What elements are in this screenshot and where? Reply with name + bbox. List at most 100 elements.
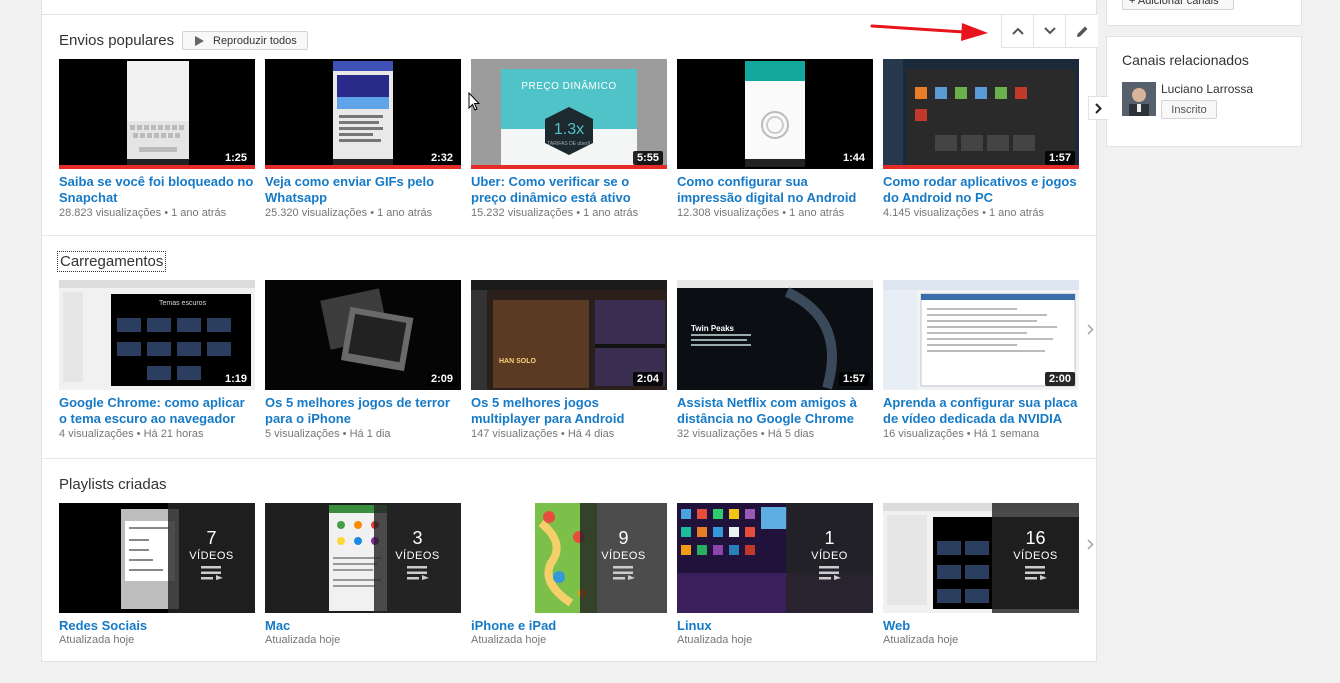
video-duration: 1:57 (1044, 151, 1075, 165)
chevron-right-icon (1086, 538, 1094, 550)
playlist-count-overlay: 7 VÍDEOS (168, 503, 255, 613)
video-card[interactable]: 2:32 Veja como enviar GIFs pelo Whatsapp… (265, 59, 461, 219)
playlist-count: 1 (824, 528, 835, 548)
playlist-title[interactable]: Linux (677, 618, 873, 634)
video-title[interactable]: Os 5 melhores jogos multiplayer para And… (471, 395, 667, 427)
video-meta: 32 visualizações • Há 5 dias (677, 428, 873, 440)
video-thumbnail[interactable]: 2:09 (265, 280, 461, 390)
video-meta: 15.232 visualizações • 1 ano atrás (471, 207, 667, 219)
playlist-count-overlay: 16 VÍDEOS (992, 503, 1079, 613)
video-views: 32 visualizações (677, 428, 758, 440)
video-title[interactable]: Google Chrome: como aplicar o tema escur… (59, 395, 255, 427)
playlist-count-label: VÍDEOS (1013, 550, 1058, 562)
shelf-next-button[interactable] (1083, 317, 1097, 341)
video-card[interactable]: PREÇO DINÂMICO 1.3x TARIFAS DE uberX 5:5… (471, 59, 667, 219)
video-thumbnail[interactable]: 1:57 (883, 59, 1079, 169)
subscribed-button[interactable]: Inscrito (1161, 100, 1217, 119)
video-views: 12.308 visualizações (677, 207, 780, 219)
video-thumbnail[interactable]: Temas escuros 1:19 (59, 280, 255, 390)
playlist-card[interactable]: 7 VÍDEOS Redes Sociais Atualizada hoje (59, 503, 255, 646)
video-card[interactable]: 1:57 Como rodar aplicativos e jogos do A… (883, 59, 1079, 219)
playlist-title[interactable]: Mac (265, 618, 461, 634)
thumb-multiplier: 1.3x (553, 121, 585, 138)
video-thumbnail[interactable]: 2:00 (883, 280, 1079, 390)
video-thumbnail[interactable]: 2:32 (265, 59, 461, 169)
playlist-thumbnail[interactable]: 7 VÍDEOS (59, 503, 255, 613)
playlist-title[interactable]: iPhone e iPad (471, 618, 667, 634)
meta-separator: • (342, 428, 347, 440)
shelf-uploads: Carregamentos Temas escuros 1:19 Google … (42, 236, 1096, 458)
video-card[interactable]: 1:25 Saiba se você foi bloqueado no Snap… (59, 59, 255, 219)
video-title[interactable]: Como configurar sua impressão digital no… (677, 174, 873, 206)
video-card[interactable]: 2:00 Aprenda a configurar sua placa de v… (883, 280, 1079, 440)
play-all-button[interactable]: Reproduzir todos (182, 31, 308, 50)
playlist-card[interactable]: 3 VÍDEOS Mac Atualizada hoje (265, 503, 461, 646)
related-channels-card: Canais relacionados Luciano Larrossa Ins… (1106, 36, 1302, 147)
channel-avatar[interactable] (1122, 82, 1156, 116)
video-title[interactable]: Os 5 melhores jogos de terror para o iPh… (265, 395, 461, 427)
video-thumbnail[interactable]: HAN SOLO 2:04 (471, 280, 667, 390)
meta-separator: • (982, 207, 986, 219)
video-card[interactable]: HAN SOLO 2:04 Os 5 melhores jogos multip… (471, 280, 667, 440)
playlist-meta: Atualizada hoje (677, 634, 753, 646)
video-card[interactable]: Twin Peaks 1:57 Assista Netflix com amig… (677, 280, 873, 440)
sidebar-next-button[interactable] (1088, 96, 1108, 120)
shelf-next-button[interactable] (1083, 532, 1097, 556)
playlist-card[interactable]: 1 VÍDEO Linux Atualizada hoje (677, 503, 873, 646)
playlist-count-overlay: 1 VÍDEO (786, 503, 873, 613)
video-card[interactable]: Temas escuros 1:19 Google Chrome: como a… (59, 280, 255, 440)
shelf-title-uploads[interactable]: Carregamentos (56, 251, 167, 272)
shelf-title-popular[interactable]: Envios populares (59, 32, 174, 49)
shelf-popular: Envios populares Reproduzir todos 1:25 S… (42, 0, 1098, 236)
video-meta: 4 visualizações • Há 21 horas (59, 428, 255, 440)
playlist-thumbnail[interactable]: 9 VÍDEOS (471, 503, 667, 613)
channel-main-content: Envios populares Reproduzir todos 1:25 S… (41, 0, 1098, 662)
video-thumbnail[interactable]: 1:44 (677, 59, 873, 169)
video-title[interactable]: Assista Netflix com amigos à distância n… (677, 395, 873, 427)
chevron-down-icon (1043, 27, 1056, 35)
video-title[interactable]: Como rodar aplicativos e jogos do Androi… (883, 174, 1079, 206)
video-duration: 1:19 (220, 372, 251, 386)
video-meta: 5 visualizações • Há 1 dia (265, 428, 461, 440)
video-duration: 2:09 (426, 372, 457, 386)
watched-progress-bar (471, 165, 667, 169)
playlist-thumbnail[interactable]: 3 VÍDEOS (265, 503, 461, 613)
video-views: 16 visualizações (883, 428, 964, 440)
add-channels-button[interactable]: + Adicionar canais (1122, 0, 1234, 10)
play-icon (195, 35, 204, 46)
video-thumbnail[interactable]: Twin Peaks 1:57 (677, 280, 873, 390)
thumb-caption: TARIFAS DE uberX (547, 141, 591, 147)
watched-progress-bar (883, 165, 1079, 169)
meta-separator: • (136, 428, 141, 440)
playlist-thumbnail[interactable]: 1 VÍDEO (677, 503, 873, 613)
video-thumbnail[interactable]: 1:25 (59, 59, 255, 169)
video-title[interactable]: Aprenda a configurar sua placa de vídeo … (883, 395, 1079, 427)
playlist-thumbnail[interactable]: 16 VÍDEOS (883, 503, 1079, 613)
video-card[interactable]: 1:44 Como configurar sua impressão digit… (677, 59, 873, 219)
playlist-title[interactable]: Web (883, 618, 1079, 634)
move-down-button[interactable] (1034, 15, 1066, 47)
move-up-button[interactable] (1002, 15, 1034, 47)
video-age: 1 ano atrás (989, 207, 1045, 219)
video-title[interactable]: Saiba se você foi bloqueado no Snapchat (59, 174, 255, 206)
video-meta: 25.320 visualizações • 1 ano atrás (265, 207, 461, 219)
video-card[interactable]: 2:09 Os 5 melhores jogos de terror para … (265, 280, 461, 440)
chevron-right-icon (1086, 323, 1094, 335)
video-title[interactable]: Uber: Como verificar se o preço dinâmico… (471, 174, 667, 206)
video-duration: 2:00 (1044, 372, 1075, 386)
video-duration: 1:57 (838, 372, 869, 386)
playlist-count-label: VÍDEOS (189, 550, 234, 562)
shelf-title-playlists[interactable]: Playlists criadas (59, 476, 167, 493)
playlist-icon (1024, 566, 1047, 580)
channel-name[interactable]: Luciano Larrossa (1161, 82, 1253, 96)
video-thumbnail[interactable]: PREÇO DINÂMICO 1.3x TARIFAS DE uberX 5:5… (471, 59, 667, 169)
playlist-card[interactable]: 16 VÍDEOS Web Atualizada hoje (883, 503, 1079, 646)
playlist-card[interactable]: 9 VÍDEOS iPhone e iPad Atualizada hoje (471, 503, 667, 646)
playlist-title[interactable]: Redes Sociais (59, 618, 255, 634)
thumb-text: HAN SOLO (499, 358, 536, 365)
video-title[interactable]: Veja como enviar GIFs pelo Whatsapp (265, 174, 461, 206)
video-views: 147 visualizações (471, 428, 558, 440)
edit-button[interactable] (1066, 15, 1098, 47)
thumb-text: Temas escuros (159, 300, 207, 307)
chevron-up-icon (1011, 27, 1024, 35)
